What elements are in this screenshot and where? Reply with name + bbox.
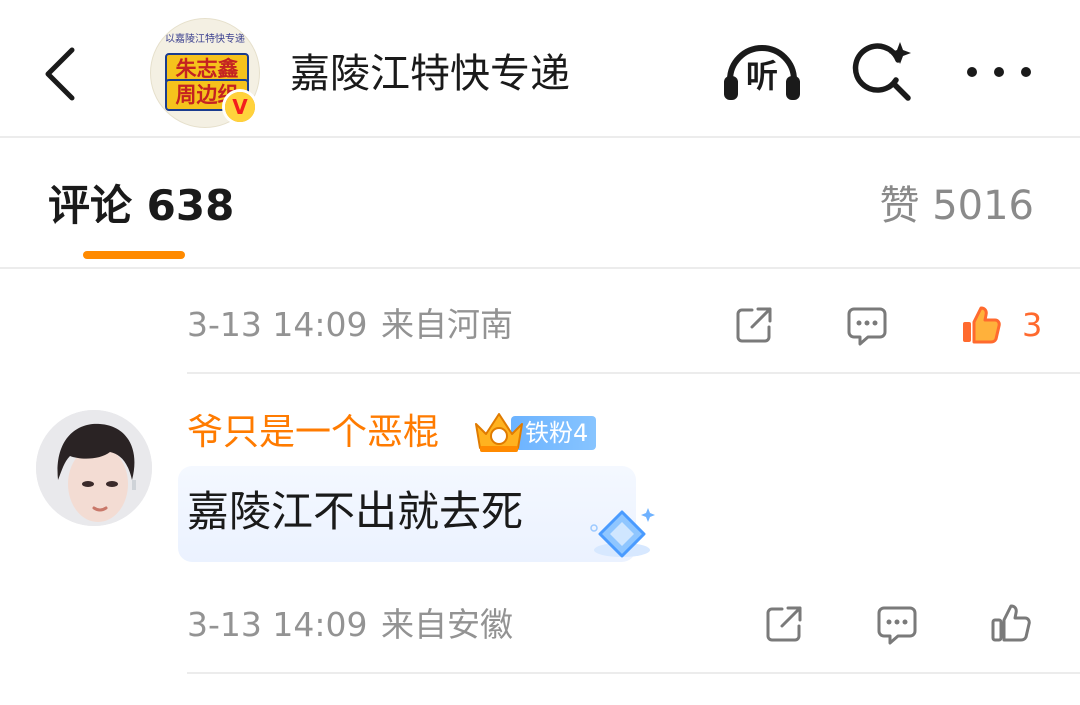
comment-text[interactable]: 嘉陵江不出就去死 (187, 484, 523, 540)
comment-icon (877, 606, 917, 645)
diamond-sticker-icon (586, 506, 658, 564)
tab-comments[interactable]: 评论 638 (48, 176, 234, 236)
crown-icon (470, 408, 528, 456)
search-button[interactable] (848, 38, 916, 106)
thumbs-up-icon (991, 604, 1031, 642)
back-button[interactable] (38, 44, 82, 104)
more-button[interactable] (964, 60, 1034, 84)
verified-icon: V (225, 92, 255, 122)
listen-button[interactable]: 听 (720, 40, 804, 104)
comment-icon (847, 307, 887, 346)
header-divider (0, 136, 1080, 138)
listen-label: 听 (745, 57, 778, 95)
channel-title[interactable]: 嘉陵江特快专递 (290, 44, 570, 104)
comment-location: 来自河南 (381, 305, 513, 344)
tab-likes[interactable]: 赞 5016 (879, 176, 1034, 236)
verified-badge: V (222, 89, 258, 125)
like-button[interactable] (990, 602, 1032, 644)
user-avatar-image (36, 410, 152, 526)
comment-location: 来自安徽 (381, 605, 513, 644)
like-button[interactable] (960, 304, 1002, 346)
share-icon (736, 307, 772, 343)
share-icon (766, 606, 802, 642)
comment-divider (187, 372, 1080, 374)
reply-button[interactable] (876, 605, 918, 645)
tab-active-indicator (83, 251, 185, 259)
like-count: 3 (1022, 306, 1043, 344)
share-button[interactable] (734, 305, 774, 345)
comment-timestamp: 3-13 14:09 (187, 605, 368, 644)
share-button[interactable] (764, 604, 804, 644)
comment-divider (187, 672, 1080, 674)
comment-timestamp: 3-13 14:09 (187, 305, 368, 344)
more-icon (967, 67, 1031, 77)
comment-username[interactable]: 爷只是一个恶棍 (187, 406, 439, 460)
back-icon (45, 47, 75, 101)
tabs-divider (0, 267, 1080, 269)
avatar[interactable] (36, 410, 152, 526)
avatar-caption: 以嘉陵江特快专递 (165, 34, 245, 45)
thumbs-up-liked-icon (963, 306, 1001, 344)
search-sparkle-icon (852, 42, 911, 101)
reply-button[interactable] (846, 306, 888, 346)
